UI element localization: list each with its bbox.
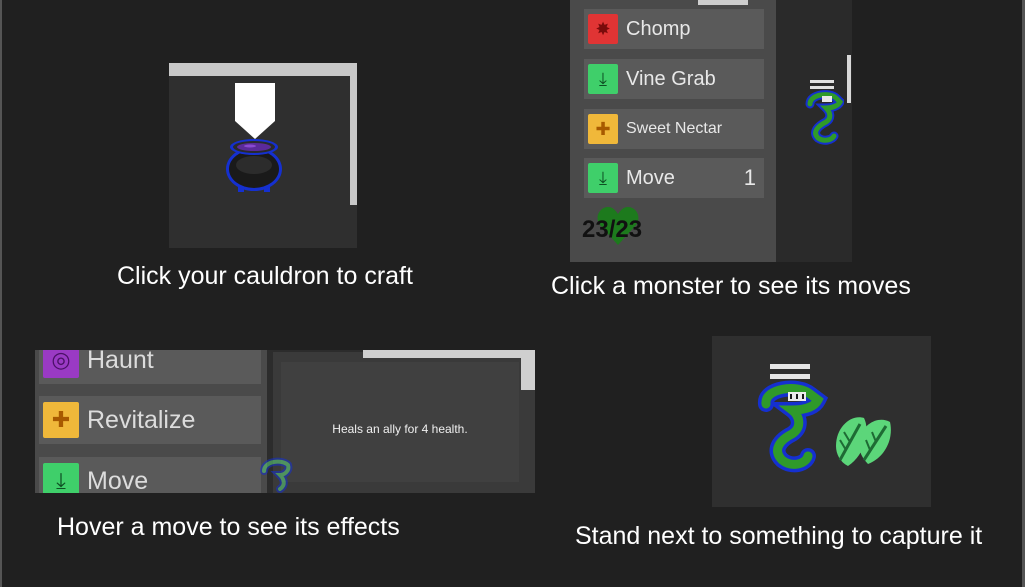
move-label: Move bbox=[87, 466, 149, 494]
move-label: Chomp bbox=[626, 17, 691, 40]
panel-frame-top bbox=[698, 0, 748, 5]
move-list: ✸ Chomp ⤓ Vine Grab ✚ Sweet Nectar ⤓ Mov… bbox=[570, 0, 776, 262]
monster-moves-panel: ✸ Chomp ⤓ Vine Grab ✚ Sweet Nectar ⤓ Mov… bbox=[570, 0, 852, 262]
move-effects-panel: ◎ Haunt ✚ Revitalize ⤓ Move Heals an all… bbox=[35, 350, 535, 493]
move-row-vine-grab[interactable]: ⤓ Vine Grab bbox=[584, 59, 764, 99]
move-icon: ⤓ bbox=[588, 163, 618, 193]
effects-caption: Hover a move to see its effects bbox=[57, 513, 400, 541]
move-row-haunt[interactable]: ◎ Haunt bbox=[39, 350, 261, 384]
tooltip-text: Heals an ally for 4 health. bbox=[332, 422, 468, 436]
sweet-nectar-icon: ✚ bbox=[588, 114, 618, 144]
health-display: 23/23 bbox=[580, 205, 660, 253]
move-row-sweet-nectar[interactable]: ✚ Sweet Nectar bbox=[584, 109, 764, 149]
craft-caption: Click your cauldron to craft bbox=[117, 262, 413, 290]
leaf-creature-icon[interactable] bbox=[830, 408, 896, 470]
moves-caption: Click a monster to see its moves bbox=[551, 272, 911, 300]
move-list: ◎ Haunt ✚ Revitalize ⤓ Move bbox=[35, 350, 267, 493]
revitalize-icon: ✚ bbox=[43, 402, 79, 438]
move-icon: ⤓ bbox=[43, 463, 79, 493]
move-row-revitalize[interactable]: ✚ Revitalize bbox=[39, 396, 261, 444]
plant-monster-icon[interactable] bbox=[754, 364, 834, 474]
health-value: 23/23 bbox=[582, 216, 643, 243]
move-label: Sweet Nectar bbox=[626, 120, 723, 137]
vine-grab-icon: ⤓ bbox=[588, 64, 618, 94]
move-label: Haunt bbox=[87, 350, 154, 374]
cauldron-icon[interactable] bbox=[224, 135, 284, 193]
panel-frame-top bbox=[169, 63, 357, 76]
scrollbar[interactable] bbox=[847, 55, 851, 103]
cauldron-tutorial-panel bbox=[169, 63, 357, 248]
move-label: Revitalize bbox=[87, 405, 196, 434]
plant-monster-icon bbox=[260, 457, 293, 493]
chomp-icon: ✸ bbox=[588, 14, 618, 44]
move-row-move[interactable]: ⤓ Move 1 bbox=[584, 158, 764, 198]
plant-monster-icon[interactable] bbox=[802, 80, 844, 148]
panel-frame-right bbox=[350, 63, 357, 205]
move-row-move[interactable]: ⤓ Move bbox=[39, 457, 261, 493]
move-label: Vine Grab bbox=[626, 67, 716, 90]
move-tooltip: Heals an ally for 4 health. bbox=[281, 362, 519, 482]
tooltip-frame-top bbox=[363, 350, 535, 358]
move-row-chomp[interactable]: ✸ Chomp bbox=[584, 9, 764, 49]
tooltip-frame-right bbox=[521, 350, 535, 390]
frame-left-border bbox=[0, 0, 2, 587]
pointer-marker-icon bbox=[235, 83, 275, 139]
capture-caption: Stand next to something to capture it bbox=[575, 522, 983, 550]
move-count: 1 bbox=[743, 165, 756, 190]
haunt-icon: ◎ bbox=[43, 350, 79, 378]
capture-tutorial-panel bbox=[712, 336, 931, 507]
move-label: Move bbox=[626, 166, 675, 189]
